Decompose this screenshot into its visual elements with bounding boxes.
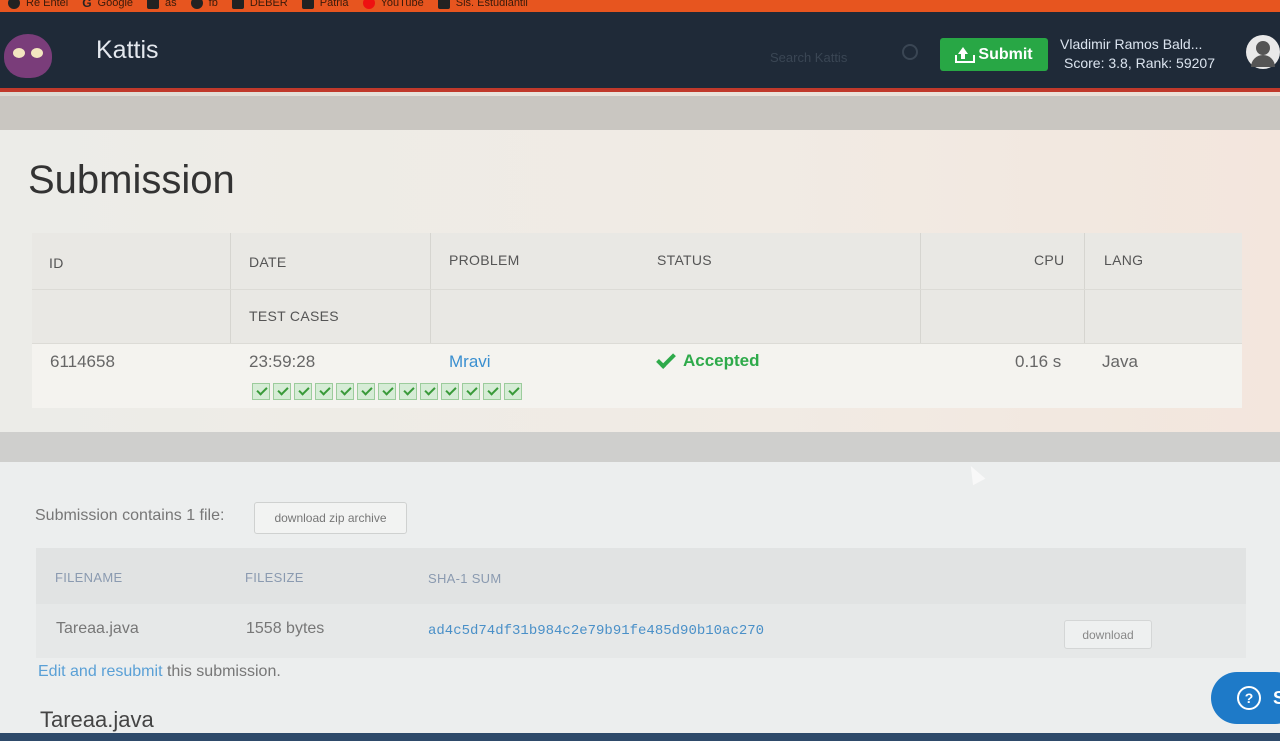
test-case-pass-icon <box>315 383 333 400</box>
bookmarks-bar: Re Entel G Google as fb DEBER Patria YouT… <box>0 0 1280 12</box>
column-divider <box>1084 233 1085 343</box>
check-icon <box>656 349 676 369</box>
section-divider-band <box>0 432 1280 462</box>
column-divider <box>920 233 921 343</box>
col-header-lang: LANG <box>1104 252 1144 268</box>
facebook-icon <box>190 0 203 9</box>
column-divider <box>430 233 431 343</box>
google-icon: G <box>82 0 92 10</box>
bookmark-fb[interactable]: fb <box>190 0 218 9</box>
test-case-pass-icon <box>462 383 480 400</box>
download-zip-button[interactable]: download zip archive <box>254 502 407 534</box>
test-case-pass-icon <box>273 383 291 400</box>
file-heading: Tareaa.java <box>40 707 154 732</box>
submit-button[interactable]: Submit <box>940 38 1048 71</box>
col-header-date: DATE <box>249 254 287 270</box>
bookmark-sis-estudiantil[interactable]: Sis. Estudiantil <box>437 0 528 9</box>
help-icon: ? <box>1237 686 1261 710</box>
youtube-icon <box>362 0 375 9</box>
header-shadow-band <box>0 96 1280 130</box>
kattis-logo-icon[interactable] <box>4 34 52 78</box>
test-case-pass-icon <box>399 383 417 400</box>
test-case-pass-icon <box>441 383 459 400</box>
table-header <box>32 233 1242 343</box>
language: Java <box>1102 352 1138 371</box>
col-header-id: ID <box>49 255 64 271</box>
file-sha1: ad4c5d74df31b984c2e79b91fe485d90b10ac270 <box>428 623 765 639</box>
bookmark-as[interactable]: as <box>147 0 177 9</box>
search-icon[interactable] <box>902 44 918 60</box>
site-icon <box>147 0 160 9</box>
col-header-filename: FILENAME <box>55 570 123 585</box>
files-table-header <box>36 548 1246 604</box>
bookmark-deber[interactable]: DEBER <box>231 0 288 9</box>
bookmark-re-entel[interactable]: Re Entel <box>8 0 68 9</box>
test-cases-list <box>252 383 522 400</box>
globe-icon <box>8 0 20 9</box>
bookmark-google[interactable]: G Google <box>82 0 133 10</box>
edit-resubmit-link[interactable]: Edit and resubmit <box>38 663 163 680</box>
upload-icon <box>955 46 976 63</box>
resubmit-text: this submission. <box>162 663 281 680</box>
col-header-filesize: FILESIZE <box>245 570 304 585</box>
test-case-pass-icon <box>378 383 396 400</box>
site-header: Kattis Search Kattis Submit Vladimir Ram… <box>0 12 1280 92</box>
resubmit-line: Edit and resubmit this submission. <box>38 663 281 681</box>
user-score: Score: 3.8, Rank: 59207 <box>1064 55 1215 71</box>
bookmark-patria[interactable]: Patria <box>301 0 349 9</box>
brand-name[interactable]: Kattis <box>96 36 159 65</box>
download-file-button[interactable]: download <box>1064 620 1152 649</box>
bookmark-youtube[interactable]: YouTube <box>362 0 424 9</box>
col-header-cpu: CPU <box>1034 252 1065 268</box>
submission-date: 23:59:28 <box>249 352 316 371</box>
test-case-pass-icon <box>252 383 270 400</box>
submission-table: ID DATE PROBLEM STATUS CPU LANG TEST CAS… <box>32 233 1242 408</box>
row-divider <box>32 289 1242 290</box>
col-header-problem: PROBLEM <box>449 252 520 268</box>
search-input[interactable]: Search Kattis <box>770 50 847 65</box>
col-header-status: STATUS <box>657 252 712 268</box>
submission-id: 6114658 <box>50 352 115 371</box>
test-case-pass-icon <box>504 383 522 400</box>
column-divider <box>230 233 231 343</box>
test-case-pass-icon <box>420 383 438 400</box>
avatar[interactable] <box>1246 35 1280 69</box>
files-count-label: Submission contains 1 file: <box>35 507 225 524</box>
file-name: Tareaa.java <box>56 620 139 637</box>
user-name[interactable]: Vladimir Ramos Bald... <box>1060 36 1202 52</box>
site-icon <box>301 0 314 9</box>
col-header-test-cases: TEST CASES <box>249 308 339 324</box>
test-case-pass-icon <box>336 383 354 400</box>
doc-icon <box>231 0 244 9</box>
col-header-sha1: SHA-1 SUM <box>428 571 502 586</box>
row-divider <box>32 343 1242 344</box>
problem-link[interactable]: Mravi <box>449 352 491 372</box>
page-title: Submission <box>28 158 235 202</box>
test-case-pass-icon <box>483 383 501 400</box>
help-button[interactable]: ? S <box>1211 672 1280 724</box>
status-badge: Accepted <box>656 349 760 371</box>
file-size: 1558 bytes <box>246 620 325 637</box>
os-taskbar <box>0 733 1280 741</box>
cpu-time: 0.16 s <box>1015 352 1062 371</box>
test-case-pass-icon <box>294 383 312 400</box>
site-icon <box>437 0 450 9</box>
test-case-pass-icon <box>357 383 375 400</box>
